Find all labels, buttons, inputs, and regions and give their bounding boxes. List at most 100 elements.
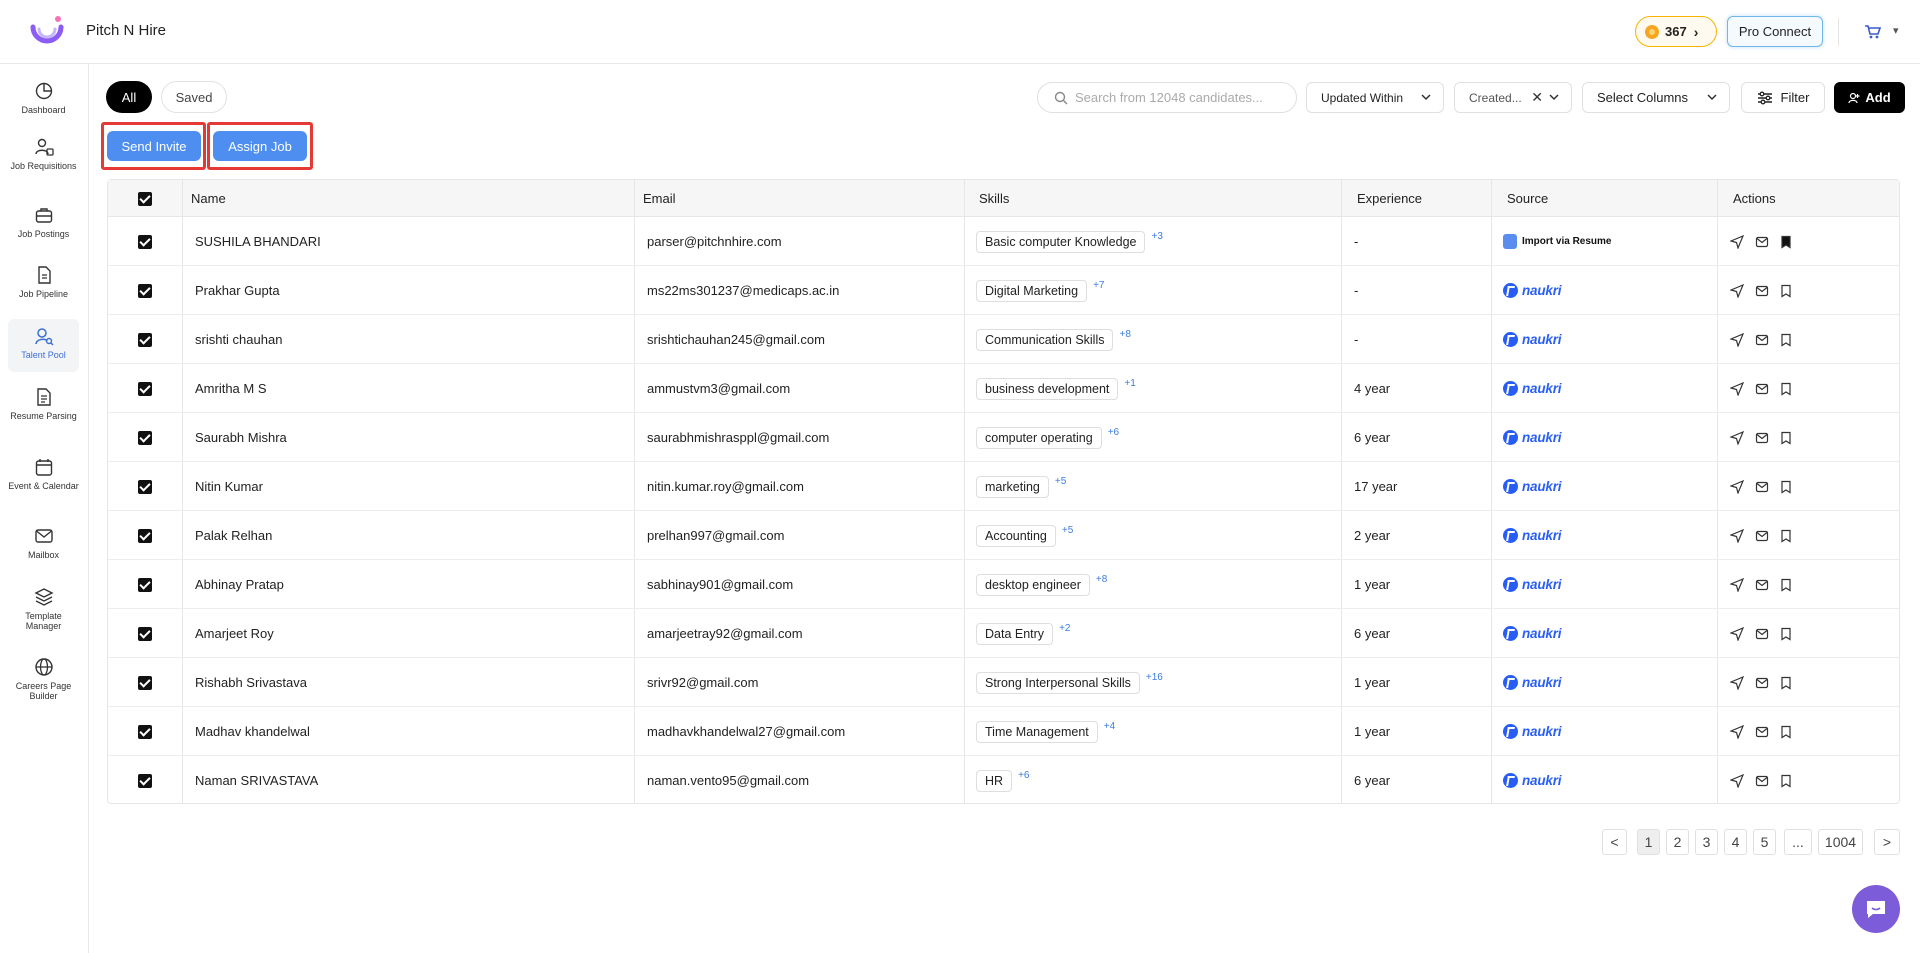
candidate-name[interactable]: Amarjeet Roy [195,609,274,658]
row-checkbox[interactable] [138,462,152,511]
send-icon[interactable] [1730,675,1744,690]
select-columns-dropdown[interactable]: Select Columns [1582,82,1730,113]
sidebar-item-resume-parsing[interactable]: Resume Parsing [8,380,79,442]
bookmark-icon[interactable] [1780,382,1792,396]
column-header-skills[interactable]: Skills [971,180,1009,217]
mail-icon[interactable] [1755,235,1769,249]
candidate-name[interactable]: Rishabh Srivastava [195,658,307,707]
mail-icon[interactable] [1755,676,1769,690]
updated-within-dropdown[interactable]: Updated Within [1306,82,1444,113]
column-header-source[interactable]: Source [1499,180,1548,217]
mail-icon[interactable] [1755,480,1769,494]
sidebar-item-careers-page-builder[interactable]: Careers Page Builder [8,650,79,712]
candidate-name[interactable]: Amritha M S [195,364,267,413]
bookmark-icon[interactable] [1780,627,1792,641]
table-row[interactable]: Palak Relhan prelhan997@gmail.com Accounti… [108,511,1899,560]
more-skills-count[interactable]: +3 [1151,231,1162,242]
table-row[interactable]: Amarjeet Roy amarjeetray92@gmail.com Data … [108,609,1899,658]
more-skills-count[interactable]: +8 [1119,329,1130,340]
send-icon[interactable] [1730,332,1744,347]
table-row[interactable]: Madhav khandelwal madhavkhandelwal27@gmai… [108,707,1899,756]
coin-balance-button[interactable]: 367 › [1635,16,1717,47]
pagination-page-1[interactable]: 1 [1637,829,1660,855]
bookmark-icon[interactable] [1780,431,1792,445]
column-header-email[interactable]: Email [635,180,676,217]
send-icon[interactable] [1730,234,1744,249]
more-skills-count[interactable]: +5 [1055,476,1066,487]
send-icon[interactable] [1730,626,1744,641]
mail-icon[interactable] [1755,284,1769,298]
candidate-name[interactable]: Madhav khandelwal [195,707,310,756]
sidebar-item-event-calendar[interactable]: Event & Calendar [8,450,79,512]
sidebar-item-dashboard[interactable]: Dashboard [8,74,79,126]
pagination-next[interactable]: > [1874,829,1900,855]
table-row[interactable]: Rishabh Srivastava srivr92@gmail.com Stron… [108,658,1899,707]
more-skills-count[interactable]: +2 [1059,623,1070,634]
row-checkbox[interactable] [138,560,152,609]
send-icon[interactable] [1730,430,1744,445]
table-row[interactable]: Amritha M S ammustvm3@gmail.com business d… [108,364,1899,413]
sidebar-item-job-requisitions[interactable]: Job Requisitions [8,130,79,192]
more-skills-count[interactable]: +4 [1104,721,1115,732]
send-icon[interactable] [1730,381,1744,396]
candidate-name[interactable]: srishti chauhan [195,315,282,364]
search-input[interactable] [1075,90,1295,105]
bookmark-icon[interactable] [1780,578,1792,592]
caret-down-icon[interactable]: ▾ [1893,24,1899,37]
search-box[interactable] [1037,82,1297,113]
sidebar-item-mailbox[interactable]: Mailbox [8,519,79,571]
pagination-page-5[interactable]: 5 [1753,829,1776,855]
row-checkbox[interactable] [138,266,152,315]
assign-job-button[interactable]: Assign Job [213,131,307,161]
candidate-name[interactable]: Nitin Kumar [195,462,263,511]
row-checkbox[interactable] [138,658,152,707]
mail-icon[interactable] [1755,578,1769,592]
send-icon[interactable] [1730,528,1744,543]
table-row[interactable]: srishti chauhan srishtichauhan245@gmail.c… [108,315,1899,364]
pagination-prev[interactable]: < [1602,829,1627,855]
tab-saved[interactable]: Saved [161,81,227,113]
tab-all[interactable]: All [106,81,152,113]
sidebar-item-talent-pool[interactable]: Talent Pool [8,319,79,372]
more-skills-count[interactable]: +6 [1018,770,1029,781]
bookmark-icon[interactable] [1780,235,1792,249]
pagination-ellipsis[interactable]: ... [1784,829,1812,855]
app-logo-icon[interactable] [28,15,66,49]
table-row[interactable]: Abhinay Pratap sabhinay901@gmail.com deskt… [108,560,1899,609]
column-header-name[interactable]: Name [183,180,226,217]
bookmark-icon[interactable] [1780,284,1792,298]
row-checkbox[interactable] [138,217,152,266]
pagination-page-last[interactable]: 1004 [1818,829,1863,855]
send-icon[interactable] [1730,479,1744,494]
row-checkbox[interactable] [138,609,152,658]
sidebar-item-template-manager[interactable]: Template Manager [8,580,79,642]
candidate-name[interactable]: Abhinay Pratap [195,560,284,609]
candidate-name[interactable]: Saurabh Mishra [195,413,287,462]
more-skills-count[interactable]: +5 [1062,525,1073,536]
send-icon[interactable] [1730,283,1744,298]
row-checkbox[interactable] [138,413,152,462]
more-skills-count[interactable]: +6 [1108,427,1119,438]
created-dropdown[interactable]: Created... ✕ [1454,82,1572,113]
row-checkbox[interactable] [138,707,152,756]
pagination-page-2[interactable]: 2 [1666,829,1689,855]
send-icon[interactable] [1730,773,1744,788]
bookmark-icon[interactable] [1780,333,1792,347]
send-icon[interactable] [1730,724,1744,739]
row-checkbox[interactable] [138,756,152,805]
candidate-name[interactable]: Prakhar Gupta [195,266,280,315]
more-skills-count[interactable]: +16 [1146,672,1163,683]
filter-button[interactable]: Filter [1741,82,1825,113]
bookmark-icon[interactable] [1780,529,1792,543]
mail-icon[interactable] [1755,382,1769,396]
mail-icon[interactable] [1755,725,1769,739]
table-row[interactable]: SUSHILA BHANDARI parser@pitchnhire.com Bas… [108,217,1899,266]
sidebar-item-job-pipeline[interactable]: Job Pipeline [8,258,79,310]
clear-icon[interactable]: ✕ [1531,89,1543,106]
add-button[interactable]: Add [1834,82,1905,113]
more-skills-count[interactable]: +8 [1096,574,1107,585]
sidebar-item-job-postings[interactable]: Job Postings [8,198,79,250]
chat-button[interactable] [1852,885,1900,933]
pagination-page-3[interactable]: 3 [1695,829,1718,855]
table-row[interactable]: Nitin Kumar nitin.kumar.roy@gmail.com mark… [108,462,1899,511]
